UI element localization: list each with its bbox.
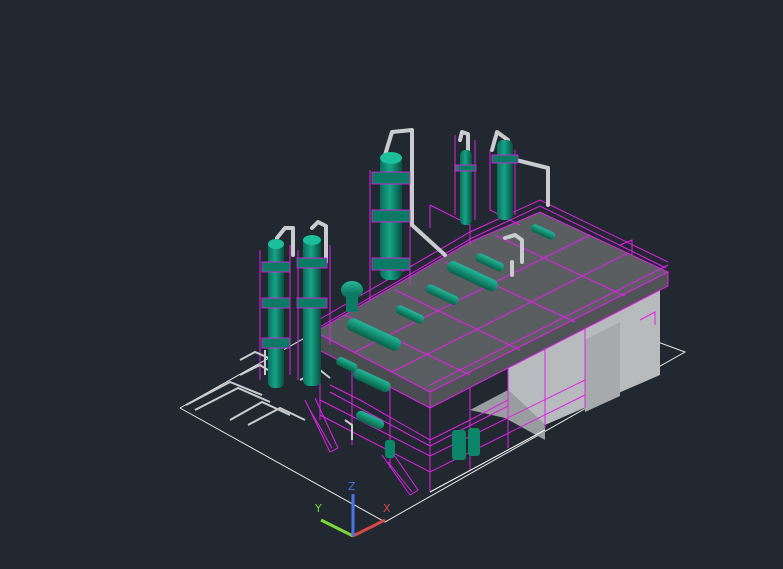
distillation-column-tall xyxy=(371,152,411,280)
ground-front-edge xyxy=(429,429,546,493)
distillation-column-left xyxy=(261,239,291,388)
column-right-b xyxy=(491,140,519,220)
ucs-y-axis: Y xyxy=(314,502,354,538)
ucs-z-label: Z xyxy=(348,480,356,493)
ucs-z-axis: Z xyxy=(348,480,356,536)
drawing-viewport[interactable]: X Y Z xyxy=(0,0,783,569)
ucs-icon[interactable]: X Y Z xyxy=(305,478,405,543)
ucs-x-label: X xyxy=(383,502,391,515)
ucs-x-axis: X xyxy=(352,502,391,538)
ucs-y-label: Y xyxy=(314,502,322,515)
distillation-column-middle xyxy=(296,235,328,386)
column-right-a xyxy=(455,150,477,225)
